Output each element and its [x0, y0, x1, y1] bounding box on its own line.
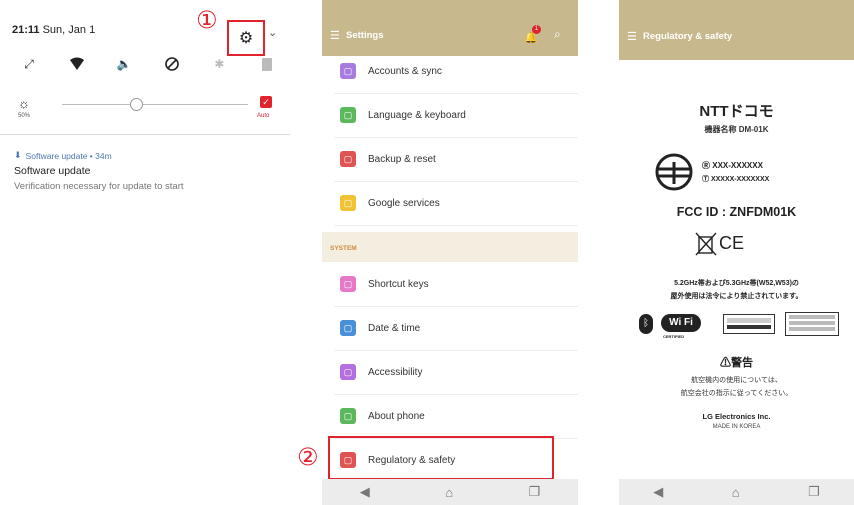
quick-settings-row: ⤢ 🔈 ✱	[18, 55, 278, 73]
notification-shade: 21:11 Sun, Jan 1 ① ⚙ ⌄ ⤢ 🔈 ✱ ☼ 50% ✓ Aut…	[0, 0, 290, 505]
search-icon[interactable]: ⌕	[554, 27, 561, 42]
google-icon: ▢	[340, 195, 356, 211]
manufacturer: LG Electronics Inc.	[702, 412, 771, 421]
rotation-icon[interactable]: ⤢	[18, 55, 40, 73]
clock-icon: ▢	[340, 320, 356, 336]
highlight-regulatory	[328, 436, 554, 480]
band-label-icon	[785, 312, 839, 336]
recents-icon[interactable]: ❐	[808, 484, 820, 500]
auto-brightness-checkbox[interactable]: ✓	[260, 96, 272, 108]
divider	[334, 225, 578, 226]
wifi-certified-label: CERTIFIED	[663, 334, 685, 339]
nav-bar: ◀ ⌂ ❐	[322, 479, 578, 505]
weee-bin-icon	[695, 232, 717, 256]
brightness-row: ☼ 50% ✓ Auto	[18, 96, 280, 124]
settings-item-label: Backup & reset	[368, 153, 436, 165]
notification-bell-button[interactable]: 🔔 1	[524, 25, 541, 44]
warning-line-2: 航空会社の指示に従ってください。	[680, 390, 793, 397]
origin: MADE IN KOREA	[712, 424, 761, 430]
nav-bar: ◀ ⌂ ❐	[619, 479, 854, 505]
wifi-icon[interactable]	[66, 55, 88, 73]
menu-icon[interactable]: ☰	[330, 29, 340, 42]
settings-item-label: Google services	[368, 197, 440, 209]
brightness-percent: 50%	[18, 113, 31, 119]
page-title: Settings	[346, 30, 384, 41]
notice-line-1: 5.2GHz帯および5.3GHz帯(W52,W53)の	[674, 280, 799, 287]
notice-line-2: 屋外使用は法令により禁止されています。	[670, 293, 803, 300]
settings-item-language-keyboard[interactable]: ▢ Language & keyboard	[322, 93, 578, 137]
regulatory-screen: ☰ Regulatory & safety NTTドコモ 機器名称 DM-01K…	[619, 0, 854, 505]
settings-item-backup-reset[interactable]: ▢ Backup & reset	[322, 137, 578, 181]
settings-item-date-time[interactable]: ▢ Date & time	[322, 306, 578, 350]
settings-item-accounts-sync[interactable]: ▢ Accounts & sync	[322, 49, 578, 93]
step-marker-2: ②	[297, 443, 319, 471]
notification-text[interactable]: Verification necessary for update to sta…	[14, 181, 184, 192]
certification-block: Ⓡ XXX-XXXXXX Ⓣ XXXXX-XXXXXXX	[654, 152, 834, 192]
update-icon: ⬇	[14, 150, 22, 160]
status-bar	[322, 0, 578, 16]
info-icon: ▢	[340, 408, 356, 424]
divider	[0, 134, 290, 135]
auto-label: Auto	[257, 113, 270, 119]
shortcut-icon: ▢	[340, 276, 356, 292]
brightness-slider[interactable]	[62, 98, 248, 111]
section-header-system: SYSTEM	[322, 232, 578, 262]
settings-item-label: About phone	[368, 410, 425, 422]
warning-triangle-icon: ⚠	[720, 357, 731, 369]
bluetooth-logo-icon: ᛒ	[639, 314, 653, 334]
menu-icon[interactable]: ☰	[627, 30, 637, 43]
warning-title: ⚠警告	[720, 357, 753, 369]
chevron-down-icon[interactable]: ⌄	[268, 26, 277, 39]
back-icon[interactable]: ◀	[653, 484, 663, 500]
settings-item-label: Accessibility	[368, 366, 423, 378]
settings-gear-button[interactable]: ⚙	[227, 20, 265, 56]
do-not-disturb-icon[interactable]	[161, 55, 183, 73]
settings-item-label: Language & keyboard	[368, 109, 466, 121]
back-icon[interactable]: ◀	[360, 484, 370, 500]
wifi-logo-icon: Wi Fi	[661, 314, 701, 332]
notification-app-line: ⬇ Software update • 34m	[14, 150, 112, 161]
keyboard-icon: ▢	[340, 107, 356, 123]
settings-item-label: Accounts & sync	[368, 65, 442, 77]
accessibility-icon: ▢	[340, 364, 356, 380]
carrier-name: NTTドコモ	[699, 103, 774, 120]
nfc-icon[interactable]	[256, 55, 278, 73]
settings-item-google-services[interactable]: ▢ Google services	[322, 181, 578, 225]
warning-line-1: 航空機内の使用については、	[691, 377, 782, 384]
model-line: 機器名称 DM-01K	[704, 125, 769, 134]
compliance-marks: CE	[695, 232, 785, 258]
giteki-mark-icon	[655, 153, 693, 191]
settings-screen: ☰ Settings 🔔 1 ⌕ ▢ Accounts & sync ▢ Langua…	[322, 0, 578, 505]
status-bar	[619, 0, 854, 16]
ce-mark: CE	[719, 233, 745, 253]
sync-icon: ▢	[340, 63, 356, 79]
settings-item-label: Shortcut keys	[368, 278, 429, 290]
step-marker-1: ①	[196, 6, 218, 34]
frequency-label-icon	[723, 314, 775, 334]
wireless-badges: ᛒ Wi Fi CERTIFIED	[639, 312, 839, 342]
recents-icon[interactable]: ❐	[529, 484, 541, 500]
settings-item-accessibility[interactable]: ▢ Accessibility	[322, 350, 578, 394]
home-icon[interactable]: ⌂	[732, 485, 740, 500]
sound-icon[interactable]: 🔈	[113, 55, 135, 73]
gear-icon: ⚙	[238, 30, 254, 47]
app-bar: ☰ Regulatory & safety	[619, 16, 854, 60]
notification-title[interactable]: Software update	[14, 165, 90, 177]
badge-count: 1	[532, 25, 541, 34]
cert-number-2: Ⓣ XXXXX-XXXXXXX	[702, 176, 770, 183]
brightness-icon: ☼	[18, 96, 30, 111]
home-icon[interactable]: ⌂	[445, 485, 453, 500]
fcc-id: FCC ID : ZNFDM01K	[676, 205, 797, 219]
settings-item-label: Date & time	[368, 322, 421, 334]
page-title: Regulatory & safety	[643, 31, 733, 42]
bluetooth-icon[interactable]: ✱	[208, 55, 230, 73]
backup-icon: ▢	[340, 151, 356, 167]
settings-item-about-phone[interactable]: ▢ About phone	[322, 394, 578, 438]
cert-number-1: Ⓡ XXX-XXXXXX	[702, 161, 763, 170]
settings-item-shortcut-keys[interactable]: ▢ Shortcut keys	[322, 262, 578, 306]
brightness-slider-thumb[interactable]	[130, 98, 144, 111]
status-time: 21:11 Sun, Jan 1	[12, 24, 96, 36]
